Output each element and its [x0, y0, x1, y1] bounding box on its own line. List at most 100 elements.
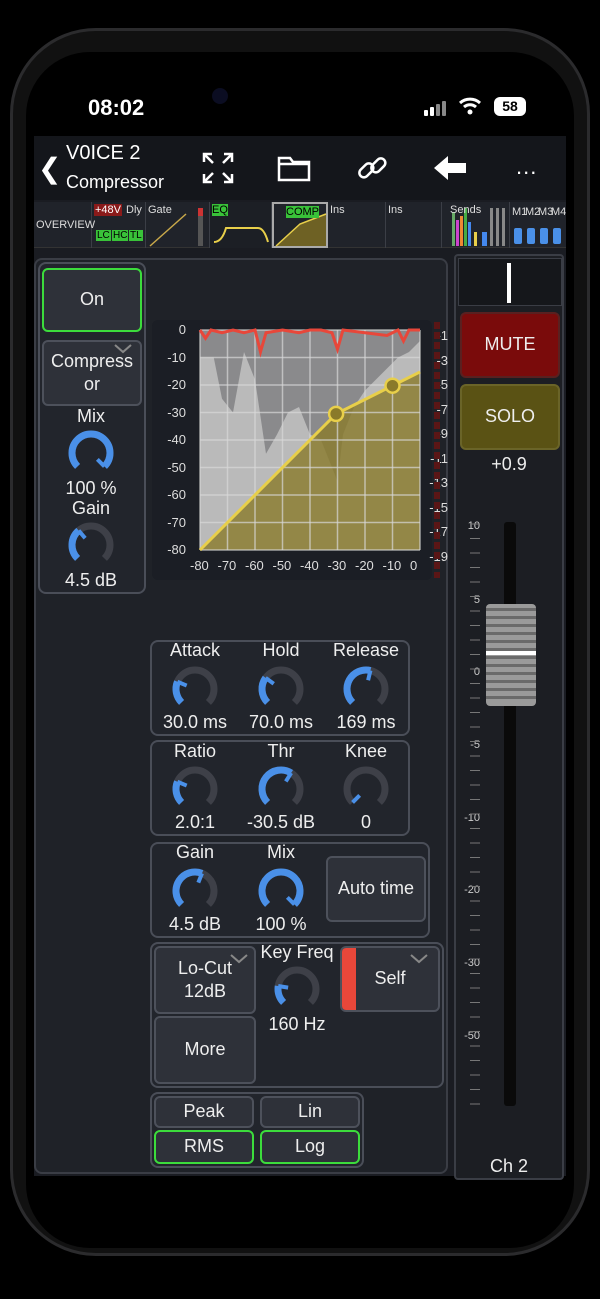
- back-chevron-icon[interactable]: ❮: [38, 152, 61, 185]
- delay-badge: Dly: [126, 204, 142, 216]
- mute-button[interactable]: MUTE: [460, 312, 560, 378]
- x-tick-label: -60: [245, 558, 264, 573]
- locut-label: Lo-Cut: [177, 957, 233, 978]
- x-tick-label: -20: [355, 558, 374, 573]
- auto-time-button[interactable]: Auto time: [326, 856, 426, 922]
- wifi-icon: [458, 96, 482, 121]
- attack-knob[interactable]: [170, 664, 220, 714]
- output-gain-knob[interactable]: [170, 866, 220, 916]
- fader-cap-groove: [486, 656, 536, 659]
- tab-insert-1[interactable]: Ins: [328, 202, 386, 248]
- tab-eq[interactable]: EQ: [210, 202, 272, 248]
- phantom-power-badge: +48V: [94, 204, 122, 216]
- fader-cap-groove: [486, 648, 536, 651]
- solo-button[interactable]: SOLO: [460, 384, 560, 450]
- tab-eq-label: EQ: [212, 204, 228, 216]
- locut-value: 12dB: [183, 981, 227, 1001]
- tab-gate[interactable]: Gate: [146, 202, 210, 248]
- tab-overview[interactable]: OVERVIEW: [34, 202, 96, 248]
- fader-tick-label: 0: [474, 666, 480, 678]
- tab-overview-label: OVERVIEW: [36, 219, 96, 231]
- output-mix-knob[interactable]: [256, 866, 306, 916]
- channel-name: V0ICE 2: [66, 142, 141, 164]
- more-button[interactable]: More: [154, 1016, 256, 1084]
- hold-knob[interactable]: [256, 664, 306, 714]
- peak-button[interactable]: Peak: [154, 1096, 254, 1128]
- fader-cap-groove: [486, 632, 536, 635]
- gr-meter-segment: [434, 552, 440, 559]
- gr-meter-segment: [434, 422, 440, 429]
- gr-meter-segment: [434, 522, 440, 529]
- gr-meter-segment: [434, 472, 440, 479]
- x-tick-label: -30: [327, 558, 347, 573]
- x-tick-label: -70: [217, 558, 237, 573]
- release-knob[interactable]: [341, 664, 391, 714]
- transfer-curve-graph[interactable]: [152, 320, 432, 580]
- top-bar: ❮ V0ICE 2 Compressor ...: [34, 136, 566, 200]
- folder-icon[interactable]: [276, 150, 312, 186]
- gr-meter-segment: [434, 502, 440, 509]
- mix-value: 100 %: [65, 478, 117, 498]
- fader-cap-groove: [486, 672, 536, 675]
- fader-and-meter[interactable]: 1050-5-10-20-30-500-10-18-26-40-50: [458, 476, 564, 1156]
- fader-cap-groove: [486, 624, 536, 627]
- log-button[interactable]: Log: [260, 1130, 360, 1164]
- gr-meter-segment: [434, 562, 440, 569]
- fader-value: +0.9: [491, 454, 527, 474]
- tab-matrix[interactable]: M1 M2 M3 M4: [510, 202, 566, 248]
- tab-comp[interactable]: COMP: [272, 202, 328, 248]
- gr-meter-segment: [434, 572, 440, 578]
- pan-indicator[interactable]: [458, 258, 562, 306]
- fader-cap-groove: [486, 664, 536, 667]
- knee-knob[interactable]: [341, 764, 391, 814]
- gain-knob[interactable]: [66, 520, 116, 570]
- tab-sends[interactable]: Sends: [442, 202, 510, 248]
- fader-cap-groove: [486, 616, 536, 619]
- gr-meter-segment: [434, 332, 440, 339]
- tab-preamp[interactable]: +48V Dly LC HC TL: [92, 202, 146, 248]
- tl-badge: TL: [129, 230, 143, 241]
- gr-meter-segment: [434, 532, 440, 539]
- pan-marker: [507, 263, 511, 303]
- gr-meter-segment: [434, 322, 440, 329]
- curve-handle: [384, 377, 401, 394]
- thr-label: Thr: [267, 741, 295, 761]
- ratio-knob[interactable]: [170, 764, 220, 814]
- more-options-icon[interactable]: ...: [516, 154, 537, 180]
- comp-on-button[interactable]: On: [42, 268, 142, 332]
- link-icon[interactable]: [354, 150, 390, 186]
- mix-label: Mix: [77, 406, 105, 426]
- gr-meter-segment: [434, 452, 440, 459]
- key-freq-knob[interactable]: [272, 964, 322, 1014]
- tab-insert-1-label: Ins: [330, 204, 345, 216]
- gr-meter-segment: [434, 442, 440, 449]
- key-freq-value: 160 Hz: [268, 1014, 326, 1034]
- dynamic-island: [190, 78, 330, 122]
- knee-label: Knee: [344, 741, 388, 761]
- x-tick-label: -10: [382, 558, 402, 573]
- rms-button[interactable]: RMS: [154, 1130, 254, 1164]
- release-value: 169 ms: [336, 712, 396, 732]
- clock: 08:02: [88, 95, 145, 120]
- output-mix-value: 100 %: [255, 914, 307, 934]
- hicut-badge: HC: [112, 230, 129, 241]
- y-tick-label: -50: [167, 459, 186, 475]
- tab-insert-2[interactable]: Ins: [386, 202, 442, 248]
- gr-meter-segment: [434, 462, 440, 469]
- key-listen-indicator: [342, 948, 356, 1010]
- y-tick-label: -60: [167, 487, 186, 502]
- attack-value: 30.0 ms: [162, 712, 228, 732]
- y-tick-label: -10: [167, 349, 186, 365]
- gr-meter-segment: [434, 372, 440, 379]
- arrow-left-icon[interactable]: [432, 150, 468, 186]
- lin-button[interactable]: Lin: [260, 1096, 360, 1128]
- mix-knob[interactable]: [66, 428, 116, 478]
- expand-icon[interactable]: [200, 150, 236, 186]
- camera-dot: [212, 88, 228, 104]
- locut-badge: LC: [96, 230, 111, 241]
- hold-value: 70.0 ms: [248, 712, 314, 732]
- gr-meter-segment: [434, 432, 440, 439]
- thr-knob[interactable]: [256, 764, 306, 814]
- tab-sends-label: Sends: [450, 204, 482, 216]
- gr-meter-segment: [434, 342, 440, 349]
